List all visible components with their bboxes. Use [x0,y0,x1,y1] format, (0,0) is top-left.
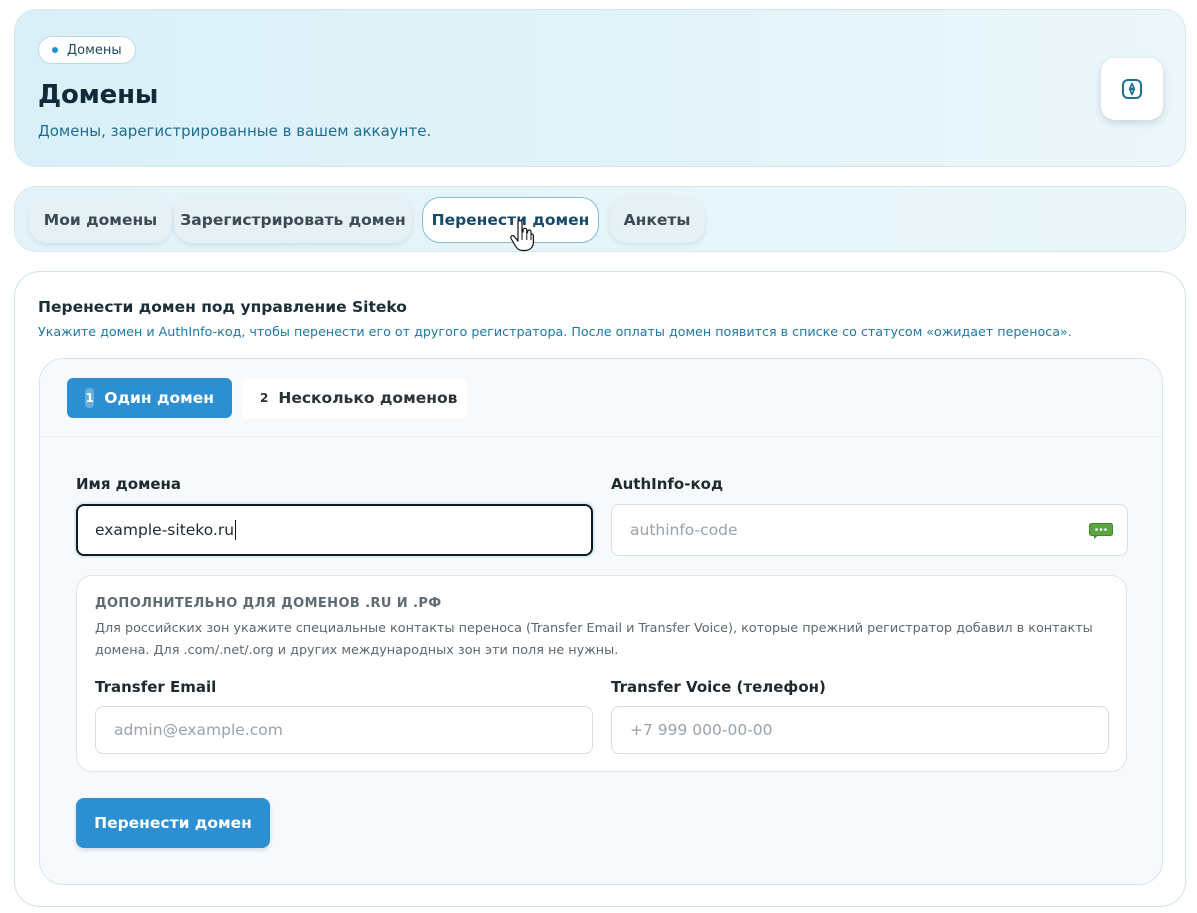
tab-label: Анкеты [623,211,691,229]
transfer-email-input[interactable]: admin@example.com [95,706,593,754]
transfer-email-label: Transfer Email [95,678,217,696]
extra-description: Для российских зон укажите специальные к… [95,621,1093,658]
section-description: Укажите домен и AuthInfo-код, чтобы пере… [38,324,1072,339]
step-single-domain[interactable]: 1 Один домен [67,378,232,418]
dot-icon [52,47,58,53]
page-header: Домены Домены Домены, зарегистрированные… [14,9,1186,167]
transfer-domain-button[interactable]: Перенести домен [76,798,270,848]
tab-register-domain[interactable]: Зарегистрировать домен [174,197,412,243]
authinfo-label: AuthInfo-код [611,475,724,493]
ru-rf-extra-section: ДОПОЛНИТЕЛЬНО ДЛЯ ДОМЕНОВ .RU И .РФ Для … [76,575,1127,772]
step-number: 2 [260,391,269,405]
step-label: Несколько доменов [278,389,458,407]
transfer-voice-input[interactable]: +7 999 000-00-00 [611,706,1109,754]
step-multiple-domains[interactable]: 2 Несколько доменов [242,378,467,418]
tab-label: Зарегистрировать домен [180,211,406,229]
authinfo-input[interactable]: authinfo-code [611,504,1128,556]
hand-cursor-icon [510,220,534,252]
password-manager-icon[interactable] [1089,523,1113,540]
step-switcher: 1 Один домен 2 Несколько доменов [40,359,1162,437]
breadcrumb-label: Домены [67,42,122,58]
step-number: 1 [85,388,95,408]
domain-name-value: example-siteko.ru [95,521,235,539]
transfer-voice-placeholder: +7 999 000-00-00 [630,721,773,739]
tab-label: Мои домены [43,211,158,229]
text-caret [235,520,237,540]
transfer-email-placeholder: admin@example.com [114,721,283,739]
transfer-voice-label: Transfer Voice (телефон) [611,678,826,696]
domain-name-label: Имя домена [76,475,182,493]
authinfo-placeholder: authinfo-code [630,521,738,539]
tab-forms[interactable]: Анкеты [609,197,705,243]
compass-icon [1122,79,1142,99]
page-subtitle: Домены, зарегистрированные в вашем аккау… [38,122,432,140]
header-action-button[interactable] [1101,58,1163,120]
page-title: Домены [38,80,159,110]
transfer-panel: Перенести домен под управление Siteko Ук… [14,271,1186,907]
breadcrumb[interactable]: Домены [38,36,136,64]
step-label: Один домен [104,389,214,407]
section-title: Перенести домен под управление Siteko [38,298,407,316]
extra-title: ДОПОЛНИТЕЛЬНО ДЛЯ ДОМЕНОВ .RU И .РФ [95,596,442,611]
tab-my-domains[interactable]: Мои домены [29,197,172,243]
transfer-form: 1 Один домен 2 Несколько доменов Имя дом… [39,358,1163,885]
tabs-bar: Мои домены Зарегистрировать домен Перене… [14,186,1186,252]
domain-name-input[interactable]: example-siteko.ru [76,504,593,556]
